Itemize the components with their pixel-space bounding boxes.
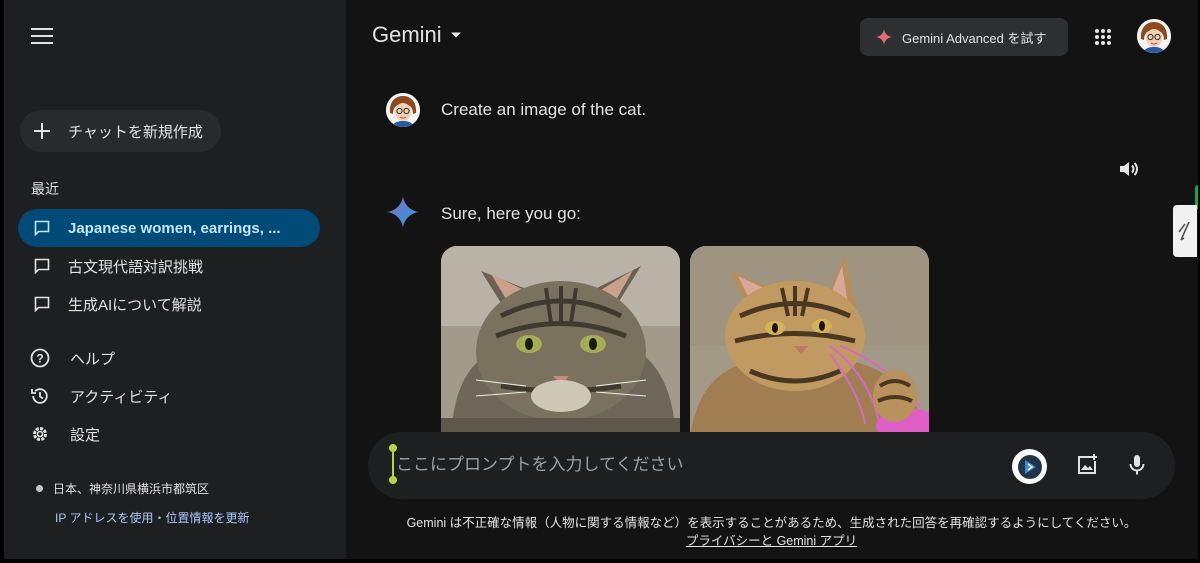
settings-link[interactable]: 設定	[18, 416, 100, 452]
cat-with-yarn-image	[690, 246, 929, 436]
avatar-icon	[386, 93, 420, 127]
location-text: 日本、神奈川県横浜市都筑区	[53, 482, 210, 496]
pen-icon	[1178, 221, 1190, 241]
chat-bubble-icon	[34, 296, 50, 312]
hamburger-icon	[31, 28, 53, 44]
user-message: Create an image of the cat.	[441, 100, 647, 119]
plus-icon	[34, 123, 50, 139]
gear-icon	[33, 427, 47, 441]
user-avatar	[386, 93, 420, 127]
privacy-link[interactable]: プライバシーと Gemini アプリ	[686, 534, 857, 548]
text-cursor	[389, 444, 397, 484]
generated-image[interactable]	[690, 246, 929, 436]
recent-chat-label: 生成AIについて解説	[68, 296, 202, 314]
new-chat-label: チャットを新規作成	[68, 123, 203, 141]
sparkle-icon	[876, 29, 892, 45]
recent-chat-label: 古文現代語対訳挑戦	[68, 258, 204, 276]
gemini-sparkle-icon	[387, 196, 419, 228]
activity-label: アクティビティ	[70, 388, 173, 406]
help-link[interactable]: ? ヘルプ	[18, 340, 115, 376]
caret-down-icon	[450, 32, 461, 38]
add-image-icon	[1078, 454, 1097, 474]
chat-bubble-icon	[34, 220, 50, 236]
disclaimer-text: Gemini は不正確な情報（人物に関する情報など）を表示することがあるため、生…	[406, 516, 1137, 530]
model-switcher[interactable]: Gemini	[372, 22, 462, 48]
cat-image	[441, 246, 680, 436]
microphone-icon	[1129, 455, 1145, 475]
svg-text:?: ?	[36, 352, 43, 366]
recent-chat-item[interactable]: 生成AIについて解説	[18, 285, 320, 323]
activity-link[interactable]: アクティビティ	[18, 378, 172, 414]
extension-icon	[1017, 454, 1042, 479]
location-info: 日本、神奈川県横浜市都筑区	[36, 480, 209, 497]
avatar-icon	[1137, 19, 1171, 53]
volume-icon	[1120, 162, 1138, 176]
apps-grid-icon	[1095, 29, 1111, 45]
google-apps-button[interactable]	[1088, 22, 1118, 52]
recent-chat-label: Japanese women, earrings, ...	[68, 219, 281, 237]
page-title: Gemini	[372, 22, 442, 47]
location-dot-icon	[36, 485, 43, 492]
gemini-avatar	[386, 195, 420, 229]
recent-chat-item[interactable]: 古文現代語対訳挑戦	[18, 247, 320, 285]
history-icon	[31, 388, 48, 404]
settings-label: 設定	[70, 426, 101, 444]
account-avatar[interactable]	[1137, 19, 1171, 53]
prompt-input[interactable]	[396, 452, 996, 478]
try-advanced-label: Gemini Advanced を試す	[902, 30, 1047, 46]
chat-bubble-icon	[34, 258, 50, 274]
window-bottom-border	[0, 559, 1200, 563]
side-panel-tab[interactable]	[1173, 205, 1197, 257]
recent-heading: 最近	[31, 181, 59, 197]
upload-image-button[interactable]	[1072, 450, 1102, 480]
help-icon: ?	[30, 348, 50, 368]
extension-button[interactable]	[1012, 449, 1047, 484]
generated-image[interactable]	[441, 246, 680, 436]
recent-chat-item[interactable]: Japanese women, earrings, ...	[18, 209, 320, 247]
listen-button[interactable]	[1115, 155, 1143, 183]
help-label: ヘルプ	[70, 350, 116, 368]
prompt-bar	[368, 432, 1175, 499]
try-advanced-button[interactable]: Gemini Advanced を試す	[860, 18, 1068, 56]
microphone-button[interactable]	[1122, 450, 1152, 480]
location-update-link[interactable]: IP アドレスを使用・位置情報を更新	[55, 509, 249, 526]
sidebar: チャットを新規作成 最近 Japanese women, earrings, .…	[4, 0, 346, 559]
new-chat-button[interactable]: チャットを新規作成	[20, 110, 221, 152]
menu-button[interactable]	[24, 18, 60, 54]
response-message: Sure, here you go:	[441, 204, 581, 223]
